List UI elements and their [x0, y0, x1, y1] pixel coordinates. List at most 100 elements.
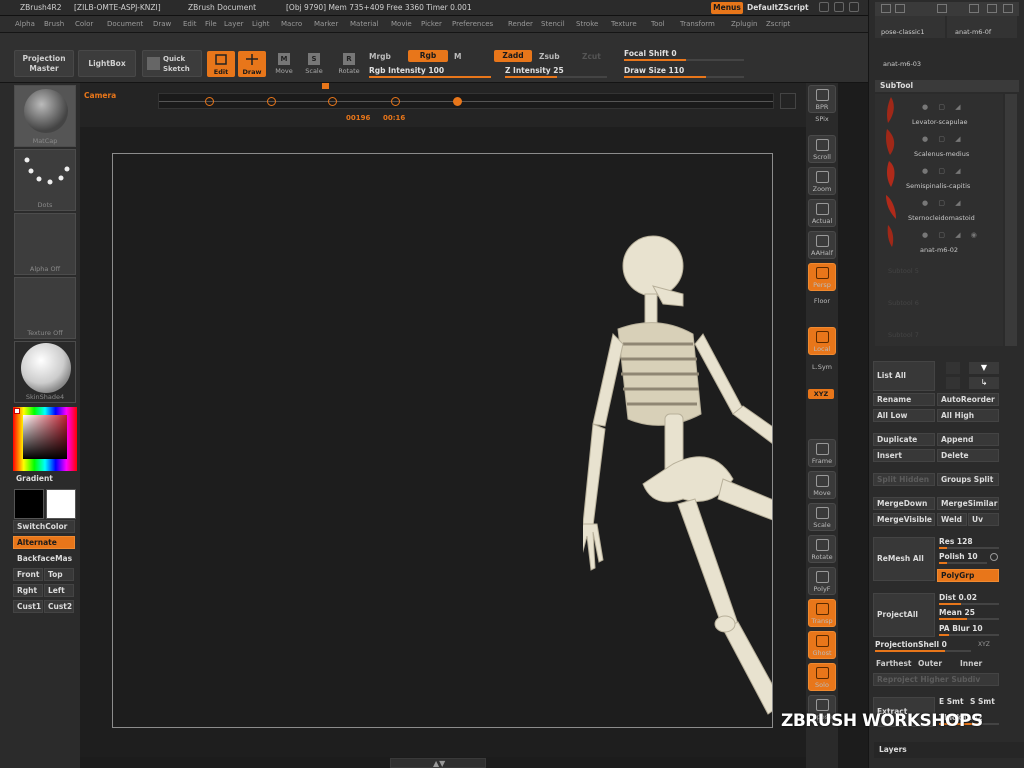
zadd-button[interactable]: Zadd: [494, 50, 532, 62]
mrgb-button[interactable]: Mrgb: [369, 52, 391, 61]
menu-item[interactable]: Document: [107, 20, 143, 28]
draw-size-slider[interactable]: Draw Size 110: [624, 65, 744, 78]
primary-color[interactable]: [46, 489, 76, 519]
empty-subtool-slot[interactable]: Subtool 7: [888, 331, 919, 339]
rgb-button[interactable]: Rgb: [408, 50, 448, 62]
lightbox-button[interactable]: LightBox: [78, 50, 136, 77]
tool-thumb-1[interactable]: pose-classic1: [875, 16, 945, 38]
xyz-symmetry-button[interactable]: XYZ: [808, 389, 834, 399]
projection-shell-slider[interactable]: ProjectionShell 0: [875, 639, 971, 652]
skeleton-model[interactable]: [583, 234, 773, 728]
front-view-button[interactable]: Front: [13, 568, 43, 581]
menu-item[interactable]: Layer: [224, 20, 244, 28]
z-intensity-slider[interactable]: Z Intensity 25: [505, 65, 607, 78]
subtool-item[interactable]: ● ▢ ◢ Levator-scapulae: [880, 97, 1000, 128]
alpha-tile[interactable]: Alpha Off: [14, 213, 76, 275]
timeline-track[interactable]: [158, 93, 774, 109]
rgb-intensity-slider[interactable]: Rgb Intensity 100: [369, 65, 491, 78]
keyframe-icon[interactable]: [205, 97, 214, 106]
menu-item[interactable]: Light: [252, 20, 269, 28]
dist-slider[interactable]: Dist 0.02: [939, 592, 999, 605]
subtool-visibility-icon[interactable]: ● ▢ ◢: [922, 103, 965, 111]
right-view-button[interactable]: Rght: [13, 584, 43, 597]
rename-button[interactable]: Rename: [873, 393, 935, 406]
color-square[interactable]: [23, 415, 67, 459]
subtool-visibility-icon[interactable]: ● ▢ ◢: [922, 199, 965, 207]
material2-tile[interactable]: SkinShade4: [14, 341, 76, 403]
timeline-end-icon[interactable]: [780, 93, 796, 109]
append-button[interactable]: Append: [937, 433, 999, 446]
groups-split-button[interactable]: Groups Split: [937, 473, 999, 486]
project-all-button[interactable]: ProjectAll: [873, 593, 935, 637]
color-picker[interactable]: [13, 407, 77, 471]
menu-item[interactable]: Transform: [680, 20, 715, 28]
custom1-view-button[interactable]: Cust1: [13, 600, 43, 613]
left-view-button[interactable]: Left: [44, 584, 74, 597]
menu-item[interactable]: Texture: [611, 20, 637, 28]
res-slider[interactable]: Res 128: [939, 536, 999, 549]
palette-icon[interactable]: [849, 2, 859, 12]
keyframe-icon[interactable]: [267, 97, 276, 106]
arrow-left-icon[interactable]: [881, 4, 891, 13]
split-hidden-button[interactable]: Split Hidden: [873, 473, 935, 486]
layers-header[interactable]: Layers: [874, 742, 1024, 758]
menu-item[interactable]: Alpha: [15, 20, 35, 28]
menu-item[interactable]: Movie: [391, 20, 412, 28]
document-canvas[interactable]: [112, 153, 773, 728]
menu-item[interactable]: Material: [350, 20, 378, 28]
empty-subtool-slot[interactable]: Subtool 6: [888, 299, 919, 307]
remesh-all-button[interactable]: ReMesh All: [873, 537, 935, 581]
backface-mask-button[interactable]: BackfaceMas: [13, 552, 75, 565]
menu-item[interactable]: Zplugin: [731, 20, 757, 28]
tool-thumb-2[interactable]: anat-m6-0f: [947, 16, 1017, 38]
stroke-tile[interactable]: Dots: [14, 149, 76, 211]
subtool-item[interactable]: ● ▢ ◢ Scalenus-medius: [880, 129, 1000, 160]
gradient-label[interactable]: Gradient: [16, 474, 53, 483]
mean-slider[interactable]: Mean 25: [939, 607, 999, 620]
menu-item[interactable]: Render: [508, 20, 533, 28]
menu-item[interactable]: Edit: [183, 20, 197, 28]
maximize-icon[interactable]: [987, 4, 997, 13]
farthest-button[interactable]: Farthest: [876, 659, 912, 668]
list-all-button[interactable]: List All: [873, 361, 935, 391]
layout-icon[interactable]: [834, 2, 844, 12]
tool-thumb-3-label[interactable]: anat-m6-03: [883, 60, 921, 68]
subtool-visibility-icon[interactable]: ● ▢ ◢: [922, 167, 965, 175]
move-up-icon[interactable]: [946, 362, 960, 374]
empty-subtool-slot[interactable]: Subtool 5: [888, 267, 919, 275]
menus-button[interactable]: Menus: [711, 2, 743, 14]
polish-toggle-icon[interactable]: [990, 553, 998, 561]
menu-item[interactable]: Draw: [153, 20, 171, 28]
delete-button[interactable]: Delete: [937, 449, 999, 462]
insert-button[interactable]: Insert: [873, 449, 935, 462]
edge-smooth-slider[interactable]: E Smt: [939, 697, 964, 706]
lock-icon[interactable]: [937, 4, 947, 13]
auto-reorder-button[interactable]: AutoReorder: [937, 393, 999, 406]
material-tile[interactable]: MatCap: [14, 85, 76, 147]
menu-item[interactable]: Stroke: [576, 20, 598, 28]
menu-item[interactable]: Marker: [314, 20, 338, 28]
move-top-icon[interactable]: [946, 377, 960, 389]
merge-down-button[interactable]: MergeDown: [873, 497, 935, 510]
close-icon[interactable]: [1003, 4, 1013, 13]
menu-item[interactable]: Macro: [281, 20, 302, 28]
arrow-bottom-icon[interactable]: ↳: [969, 377, 999, 389]
weld-button[interactable]: Weld: [937, 513, 967, 526]
subtool-visibility-icon[interactable]: ● ▢ ◢ ◉: [922, 231, 981, 239]
edit-button[interactable]: Edit: [207, 51, 235, 77]
inner-button[interactable]: Inner: [960, 659, 982, 668]
m-button[interactable]: M: [454, 52, 461, 61]
keyframe-icon[interactable]: [391, 97, 400, 106]
quick-sketch-button[interactable]: Quick Sketch: [142, 50, 202, 77]
playhead-icon[interactable]: [322, 83, 329, 89]
menu-item[interactable]: Tool: [651, 20, 665, 28]
zsub-button[interactable]: Zsub: [539, 52, 560, 61]
xyz-toggle[interactable]: XYZ: [978, 641, 990, 648]
texture-tile[interactable]: Texture Off: [14, 277, 76, 339]
menu-item[interactable]: Picker: [421, 20, 442, 28]
subtool-item[interactable]: ● ▢ ◢ Sternocleidomastoid: [880, 193, 1000, 224]
focal-shift-slider[interactable]: Focal Shift 0: [624, 48, 744, 61]
arrow-down-icon[interactable]: ▼: [969, 362, 999, 374]
arrow-right-icon[interactable]: [895, 4, 905, 13]
menu-item[interactable]: Stencil: [541, 20, 565, 28]
